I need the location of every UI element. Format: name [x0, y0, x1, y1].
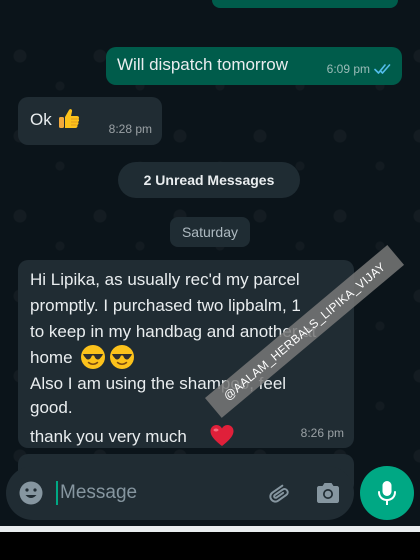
outgoing-message-time: 6:09 pm: [326, 62, 370, 76]
voice-message-button[interactable]: [360, 466, 414, 520]
sunglasses-face-icon: [81, 345, 105, 369]
outgoing-message-text: Will dispatch tomorrow: [117, 55, 288, 74]
unread-messages-banner: 2 Unread Messages: [118, 162, 300, 198]
date-separator: Saturday: [170, 217, 250, 247]
thumbs-up-icon: [59, 109, 80, 128]
outgoing-message-meta: 6:09 pm: [327, 62, 392, 76]
incoming-ok-bubble[interactable]: Ok 8:28 pm: [18, 97, 162, 145]
top-strip: [0, 0, 420, 36]
message-line: promptly. I purchased two lipbalm, 1: [30, 296, 301, 315]
sunglasses-face-icon: [110, 345, 134, 369]
microphone-icon: [378, 481, 396, 505]
emoji-icon[interactable]: [18, 480, 44, 506]
message-input[interactable]: [60, 477, 250, 509]
double-check-icon: [374, 64, 391, 74]
incoming-message-bubble[interactable]: Hi Lipika, as usually rec'd my parcel pr…: [18, 260, 354, 448]
message-line: home: [30, 348, 73, 367]
camera-icon[interactable]: [314, 480, 342, 506]
incoming-ok-time: 8:28 pm: [108, 122, 152, 136]
paperclip-icon[interactable]: [264, 479, 292, 507]
message-line: thank you very much: [30, 427, 187, 446]
red-heart-icon: [210, 425, 234, 446]
incoming-ok-text: Ok: [30, 110, 52, 129]
previous-message-bubble: [212, 0, 398, 8]
text-cursor: [56, 481, 58, 505]
outgoing-message-bubble[interactable]: Will dispatch tomorrow 6:09 pm: [106, 47, 402, 85]
message-composer: [6, 466, 354, 520]
navigation-bar: [0, 526, 420, 560]
message-line: good.: [30, 398, 73, 417]
incoming-message-time: 8:26 pm: [300, 426, 344, 440]
divider: [0, 526, 420, 532]
message-line: Hi Lipika, as usually rec'd my parcel: [30, 270, 300, 289]
